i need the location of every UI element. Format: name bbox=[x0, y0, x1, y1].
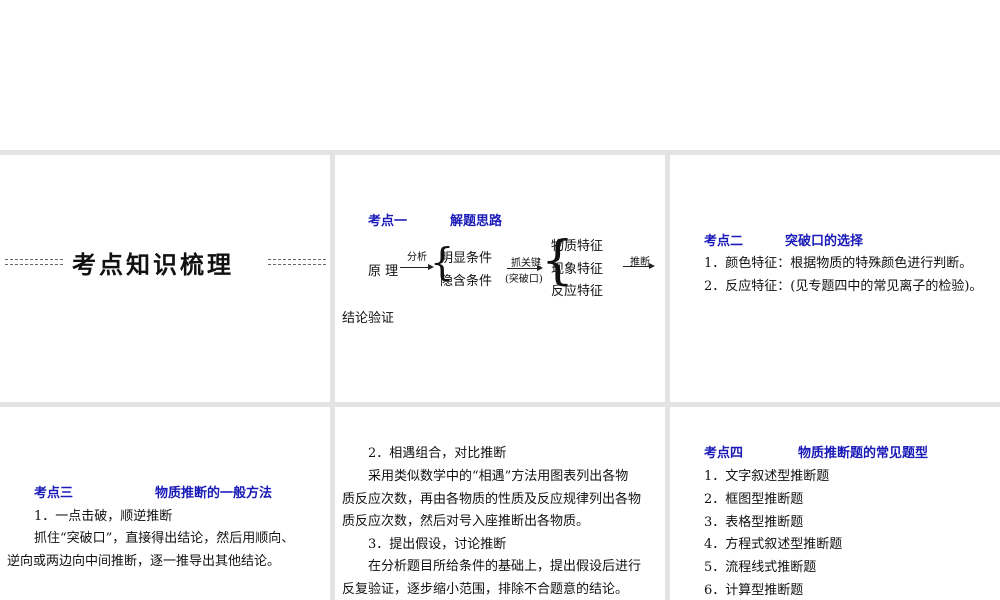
list-item: 1．颜色特征：根据物质的特殊颜色进行判断。 bbox=[704, 256, 973, 271]
slide-2[interactable]: 考点一 解题思路 原 理 分析 { 明显条件 隐含条件 抓关键 (突破口) { … bbox=[335, 155, 665, 402]
list-item: 5．流程线式推断题 bbox=[704, 560, 817, 575]
heading-num: 考点四 bbox=[704, 446, 744, 461]
list-item: 3．表格型推断题 bbox=[704, 515, 804, 530]
arrow-icon bbox=[623, 263, 655, 269]
decorative-dash-left bbox=[5, 259, 63, 265]
slide-title: 考点知识梳理 bbox=[72, 251, 234, 279]
slide-1[interactable]: 考点知识梳理 bbox=[0, 155, 330, 402]
arrow-label: (突破口) bbox=[505, 274, 543, 285]
heading-title: 物质推断的一般方法 bbox=[155, 486, 273, 501]
heading-num: 考点三 bbox=[34, 486, 74, 501]
slide-grid: 考点知识梳理 考点一 解题思路 原 理 分析 { 明显条件 隐含条件 抓关键 (… bbox=[0, 150, 1000, 600]
slide-4[interactable]: 考点三 物质推断的一般方法 1．一点击破，顺逆推断 抓住“突破口”，直接得出结论… bbox=[0, 407, 330, 600]
subheading: 2．相遇组合，对比推断 bbox=[368, 446, 507, 461]
feature: 物质特征 bbox=[551, 239, 604, 254]
list-item: 1．文字叙述型推断题 bbox=[704, 469, 830, 484]
subheading: 1．一点击破，顺逆推断 bbox=[34, 509, 173, 524]
arrow-icon bbox=[507, 265, 543, 271]
slide-6[interactable]: 考点四 物质推断题的常见题型 1．文字叙述型推断题 2．框图型推断题 3．表格型… bbox=[670, 407, 1000, 600]
heading-title: 物质推断题的常见题型 bbox=[798, 446, 929, 461]
list-item: 2．框图型推断题 bbox=[704, 492, 804, 507]
heading-title: 突破口的选择 bbox=[785, 234, 864, 249]
feature: 现象特征 bbox=[551, 262, 604, 277]
list-item: 6．计算型推断题 bbox=[704, 583, 804, 598]
paragraph-line: 抓住“突破口”，直接得出结论，然后用顺向、 bbox=[34, 531, 295, 546]
slide-3[interactable]: 考点二 突破口的选择 1．颜色特征：根据物质的特殊颜色进行判断。 2．反应特征：… bbox=[670, 155, 1000, 402]
paragraph-line: 在分析题目所给条件的基础上，提出假设后进行 bbox=[368, 559, 642, 574]
flow-start: 原 理 bbox=[368, 264, 399, 279]
paragraph-line: 质反应次数，再由各物质的性质及反应规律列出各物 bbox=[342, 492, 642, 507]
feature: 反应特征 bbox=[551, 284, 604, 299]
arrow-icon bbox=[400, 264, 434, 270]
list-item: 2．反应特征：(见专题四中的常见离子的检验)。 bbox=[704, 279, 983, 294]
list-item: 4．方程式叙述型推断题 bbox=[704, 537, 843, 552]
subheading: 3．提出假设，讨论推断 bbox=[368, 537, 507, 552]
condition: 隐含条件 bbox=[440, 274, 493, 289]
flow-end: 结论验证 bbox=[342, 311, 395, 326]
paragraph-line: 逆向或两边向中间推断，逐一推导出其他结论。 bbox=[7, 554, 281, 569]
paragraph-line: 采用类似数学中的“相遇”方法用图表列出各物 bbox=[368, 469, 629, 484]
heading-num: 考点二 bbox=[704, 234, 744, 249]
decorative-dash-right bbox=[268, 259, 326, 265]
paragraph-line: 反复验证，逐步缩小范围，排除不合题意的结论。 bbox=[342, 582, 629, 597]
slide-5[interactable]: 2．相遇组合，对比推断 采用类似数学中的“相遇”方法用图表列出各物 质反应次数，… bbox=[335, 407, 665, 600]
heading-num: 考点一 bbox=[368, 214, 408, 229]
arrow-label: 分析 bbox=[407, 252, 427, 263]
condition: 明显条件 bbox=[440, 251, 493, 266]
paragraph-line: 质反应次数，然后对号入座推断出各物质。 bbox=[342, 514, 590, 529]
heading-title: 解题思路 bbox=[450, 214, 503, 229]
